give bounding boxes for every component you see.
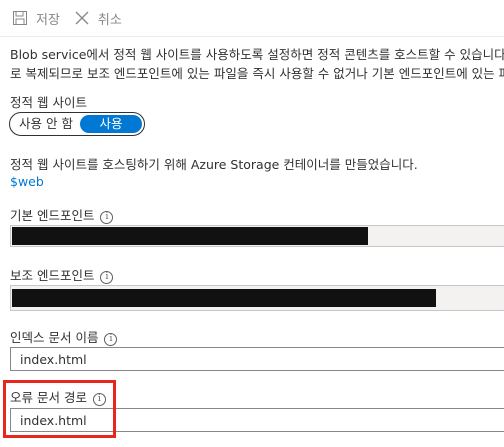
toggle-option-enabled[interactable]: 사용	[80, 115, 142, 133]
info-icon[interactable]: i	[100, 271, 114, 284]
cancel-label: 취소	[97, 12, 122, 28]
index-document-input[interactable]: index.html	[10, 347, 504, 371]
info-icon[interactable]: i	[104, 333, 118, 346]
description-line-2: 로 복제되므로 보조 엔드포인트에 있는 파일을 즉시 사용할 수 없거나 기본…	[10, 66, 504, 81]
save-label: 저장	[36, 12, 60, 28]
primary-endpoint-label-row: 기본 엔드포인트 i	[10, 205, 114, 224]
command-bar: 저장 취소	[0, 0, 504, 37]
web-container-link[interactable]: $web	[10, 174, 44, 189]
static-website-toggle[interactable]: 사용 안 함 사용	[9, 112, 145, 136]
secondary-endpoint-label-row: 보조 엔드포인트 i	[10, 265, 114, 284]
primary-endpoint-label: 기본 엔드포인트	[10, 208, 95, 223]
secondary-endpoint-label: 보조 엔드포인트	[10, 268, 95, 283]
close-icon	[72, 8, 92, 28]
container-created-message: 정적 웹 사이트를 호스팅하기 위해 Azure Storage 컨테이너를 만…	[10, 157, 418, 172]
redacted-primary-endpoint	[12, 227, 368, 245]
info-icon[interactable]: i	[100, 211, 114, 224]
static-website-label: 정적 웹 사이트	[10, 95, 87, 110]
error-document-highlight-box	[3, 380, 116, 438]
static-website-description: Blob service에서 정적 웹 사이트를 사용하도록 설정하면 정적 콘…	[10, 45, 504, 83]
cancel-button[interactable]: 취소	[68, 6, 126, 30]
index-document-label-row: 인덱스 문서 이름 i	[10, 327, 118, 346]
index-document-label: 인덱스 문서 이름	[10, 330, 99, 345]
index-document-value: index.html	[20, 351, 87, 367]
save-icon	[10, 8, 30, 28]
save-button[interactable]: 저장	[6, 6, 64, 30]
description-line-1: Blob service에서 정적 웹 사이트를 사용하도록 설정하면 정적 콘…	[10, 47, 504, 62]
redacted-secondary-endpoint	[12, 289, 436, 307]
toggle-option-disabled[interactable]: 사용 안 함	[12, 115, 80, 133]
